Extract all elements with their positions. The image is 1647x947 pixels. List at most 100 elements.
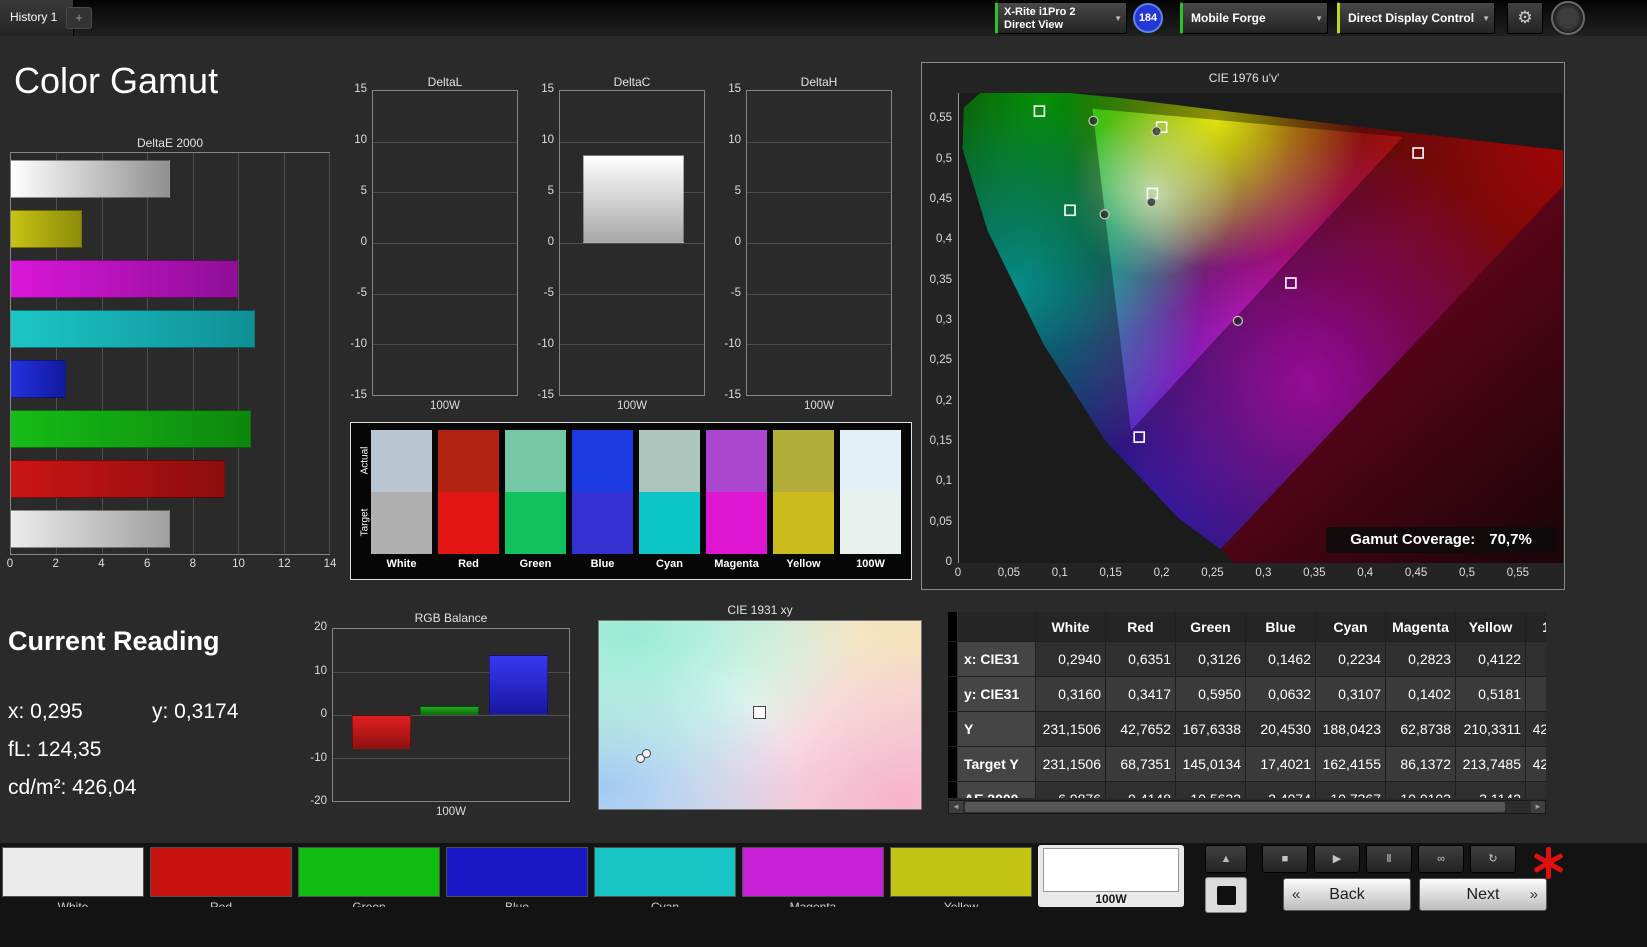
- table-horizontal-scrollbar[interactable]: ◄ ►: [948, 800, 1546, 814]
- scroll-right-button[interactable]: ►: [1531, 801, 1545, 813]
- measurement-marker: [1088, 115, 1099, 126]
- gridline: [560, 344, 704, 346]
- next-button[interactable]: Next »: [1419, 878, 1547, 911]
- stop-button[interactable]: ■: [1262, 845, 1308, 873]
- swatch-column-green: Green: [505, 423, 566, 581]
- collapse-panel-button[interactable]: ▲: [1205, 845, 1247, 873]
- row-handle[interactable]: [948, 642, 958, 677]
- gamut-coverage-readout: Gamut Coverage: 70,7%: [1326, 527, 1556, 553]
- history-tab[interactable]: History 1: [0, 0, 75, 36]
- session-options-button[interactable]: [1551, 1, 1585, 35]
- chevron-up-icon: ▲: [1220, 853, 1232, 865]
- pattern-swatch-red[interactable]: Red: [150, 847, 292, 907]
- table-cell: 0,1402: [1386, 677, 1456, 712]
- pattern-swatch-yellow[interactable]: Yellow: [890, 847, 1032, 907]
- axis-tick-label: 10: [232, 558, 245, 570]
- pattern-window-button[interactable]: [1205, 877, 1247, 913]
- gridline: [283, 153, 285, 554]
- measurement-marker: [1232, 315, 1243, 326]
- row-label: Target Y: [958, 747, 1036, 782]
- swatch-color: [150, 847, 292, 897]
- pattern-swatch-blue[interactable]: Blue: [446, 847, 588, 907]
- pattern-swatch-green[interactable]: Green: [298, 847, 440, 907]
- axis-tick-label: 0,05: [997, 567, 1021, 579]
- chevron-down-icon: ▼: [1482, 14, 1490, 23]
- axis-tick-label: 0,55: [1506, 567, 1530, 579]
- pattern-swatch-magenta[interactable]: Magenta: [742, 847, 884, 907]
- table-cell: 0,5950: [1176, 677, 1246, 712]
- axis-tick-label: 0: [547, 236, 554, 248]
- table-cell: 0,0632: [1246, 677, 1316, 712]
- table-cell: 213,7485: [1456, 747, 1526, 782]
- table-cell: 7,0148: [1526, 782, 1546, 798]
- axis-tick-label: 0,55: [929, 112, 952, 125]
- swatch-column-yellow: Yellow: [773, 423, 834, 581]
- swatch-label: Blue: [504, 900, 530, 907]
- scroll-left-button[interactable]: ◄: [949, 801, 963, 813]
- axis-tick-label: 0,15: [929, 434, 952, 447]
- row-label: y: CIE31: [958, 677, 1036, 712]
- chart-bar: [583, 154, 684, 243]
- axis-tick-label: 0,4: [1357, 567, 1374, 579]
- swatch-label: Green: [352, 900, 386, 907]
- column-header: Cyan: [1316, 612, 1386, 642]
- pattern-swatch-cyan[interactable]: Cyan: [594, 847, 736, 907]
- column-header: White: [1036, 612, 1106, 642]
- gridline: [373, 293, 517, 295]
- axis-tick-label: 0,3: [936, 313, 952, 326]
- gamut-coverage-label: Gamut Coverage:: [1350, 531, 1476, 548]
- pause-button[interactable]: Ⅱ: [1366, 845, 1412, 873]
- table-cell: 0,3174: [1526, 677, 1546, 712]
- page-title: Color Gamut: [14, 60, 219, 101]
- table-cell: 210,3311: [1456, 712, 1526, 747]
- back-button[interactable]: « Back: [1283, 878, 1411, 911]
- pattern-swatch-100w[interactable]: 100W: [1038, 845, 1184, 907]
- settings-gear-button[interactable]: ⚙: [1507, 2, 1543, 34]
- axis-tick-label: 0,1: [1051, 567, 1068, 579]
- deltaL-chart-title: DeltaL: [427, 75, 463, 89]
- axis-tick-label: -5: [543, 286, 554, 299]
- back-button-label: Back: [1329, 886, 1365, 903]
- row-handle[interactable]: [948, 782, 958, 798]
- table-cell: 231,1506: [1036, 747, 1106, 782]
- meter-dropdown[interactable]: X-Rite i1Pro 2 Direct View ▼: [995, 2, 1127, 34]
- display-control-label: Direct Display Control: [1348, 11, 1475, 25]
- axis-tick-label: 0: [734, 236, 741, 248]
- pattern-source-dropdown[interactable]: Mobile Forge ▼: [1180, 2, 1328, 34]
- axis-tick-label: 12: [277, 558, 291, 570]
- row-handle[interactable]: [948, 712, 958, 747]
- deltaL-y-axis: 15 10 5 0 -5 -10 -15: [341, 83, 369, 401]
- actual-swatch: [572, 430, 633, 492]
- swatch-label: Magenta: [714, 558, 759, 570]
- axis-tick-label: -10: [537, 338, 554, 350]
- cie1976-title: CIE 1976 u'v': [1208, 71, 1280, 85]
- gridline: [747, 192, 891, 194]
- add-tab-button[interactable]: +: [66, 7, 92, 29]
- target-row-label: Target: [359, 508, 371, 537]
- pattern-swatch-white[interactable]: White: [2, 847, 144, 907]
- deltaH-x-label: 100W: [803, 400, 835, 412]
- axis-tick-label: 5: [547, 184, 554, 197]
- scrollbar-thumb[interactable]: [965, 802, 1505, 812]
- rgb-bar-blue: [488, 654, 548, 715]
- row-handle[interactable]: [948, 677, 958, 712]
- gridline: [333, 758, 569, 759]
- actual-swatch: [706, 430, 767, 492]
- play-button[interactable]: ▶: [1314, 845, 1360, 873]
- continuous-button[interactable]: ∞: [1418, 845, 1464, 873]
- deltaL-chart: [372, 90, 518, 396]
- axis-tick-label: 5: [734, 184, 741, 197]
- meter-name: X-Rite i1Pro 2: [1004, 6, 1076, 18]
- deltae-bar-yellow: [11, 210, 82, 248]
- display-control-dropdown[interactable]: Direct Display Control ▼: [1337, 2, 1495, 34]
- axis-tick-label: 10: [728, 133, 741, 146]
- actual-swatch: [438, 430, 499, 492]
- table-cell: 2,4074: [1246, 782, 1316, 798]
- deltaC-x-label: 100W: [616, 400, 648, 412]
- table-cell: 188,0423: [1316, 712, 1386, 747]
- target-swatch: [773, 492, 834, 554]
- swatch-column-100w: 100W: [840, 423, 901, 581]
- row-handle[interactable]: [948, 747, 958, 782]
- refresh-button[interactable]: ↻: [1470, 845, 1516, 873]
- axis-tick-label: 15: [541, 83, 554, 95]
